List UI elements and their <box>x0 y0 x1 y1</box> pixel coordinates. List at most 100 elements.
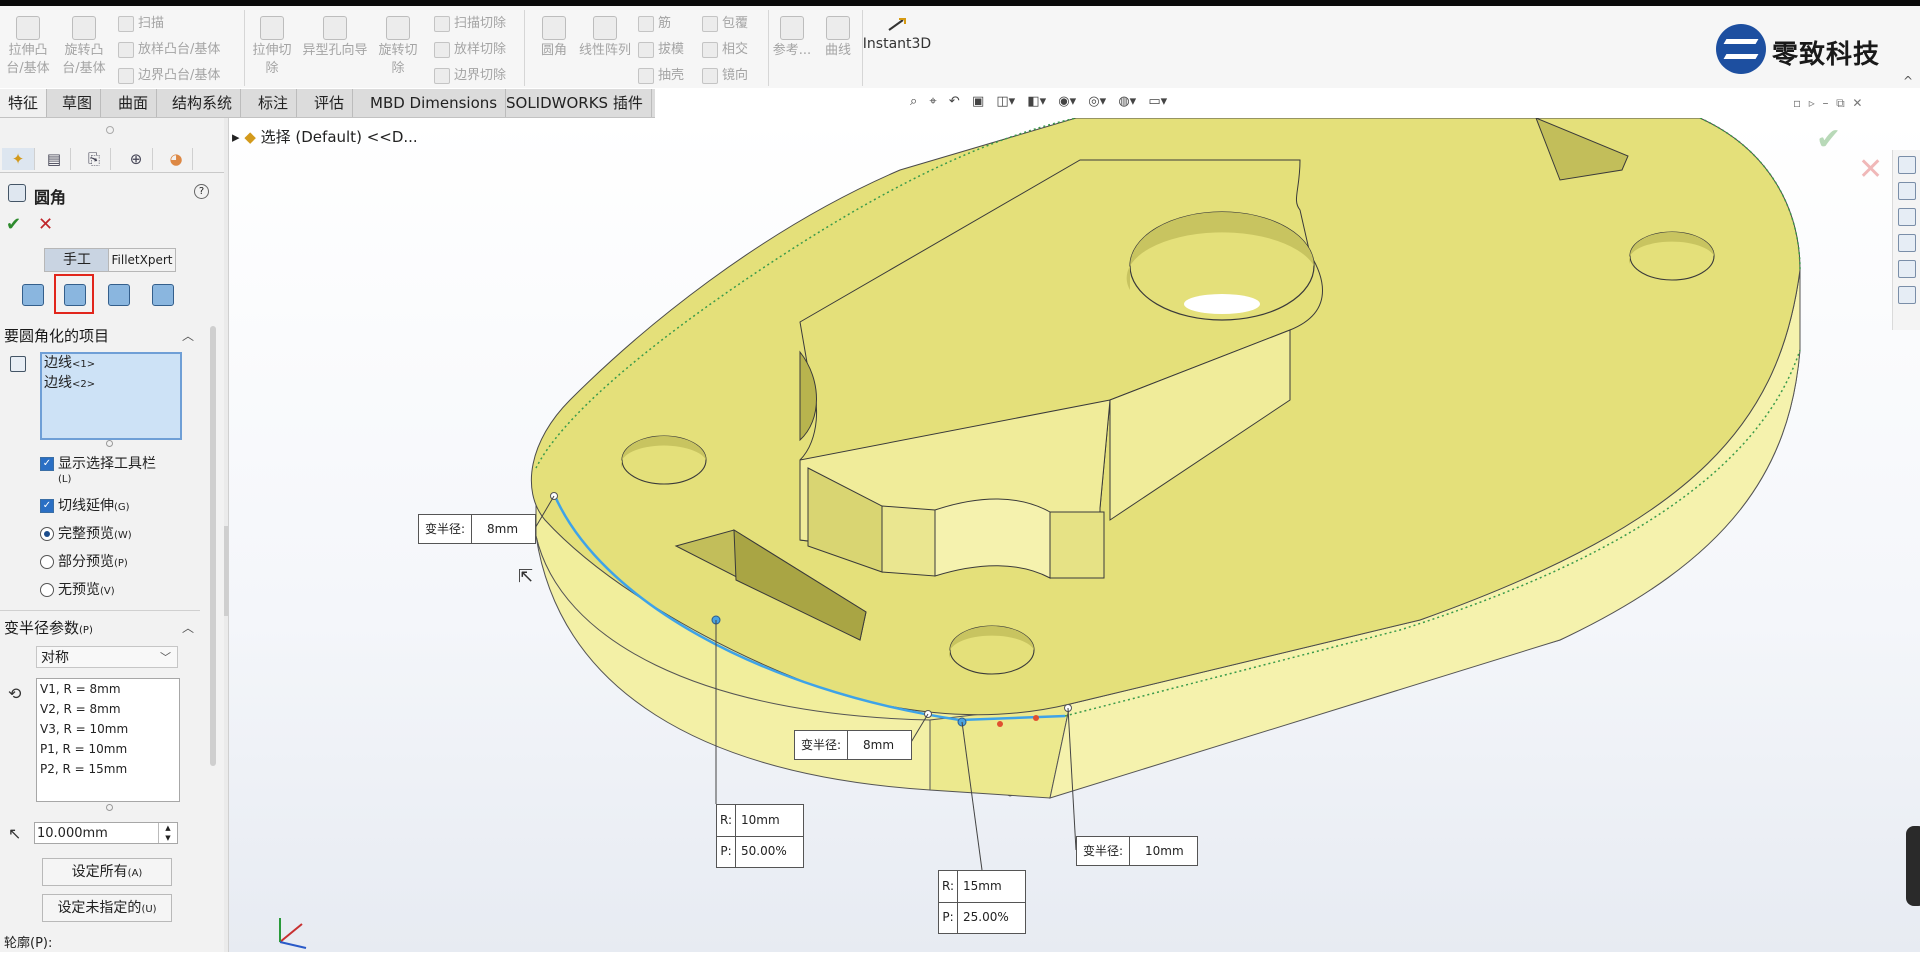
shell-button[interactable]: 抽壳 <box>638 64 684 88</box>
hide-show-icon[interactable]: ◉▾ <box>1058 94 1076 109</box>
close-window-icon[interactable]: ✕ <box>1852 96 1862 110</box>
maximize-icon[interactable]: ⧉ <box>1836 96 1845 110</box>
variable-radius-params-header[interactable]: 变半径参数(P) ︿ <box>0 616 200 640</box>
extrude-cut-button[interactable]: 拉伸切除 <box>248 14 296 78</box>
feature-tree-flyout[interactable]: ▸ ◆ 选择 (Default) <<D... <box>232 126 418 147</box>
collapse-chevron-icon[interactable]: ︿ <box>182 616 194 640</box>
resources-icon[interactable] <box>1898 182 1916 200</box>
collapse-ribbon-icon[interactable]: ^ <box>1903 74 1913 88</box>
splitter-handle[interactable] <box>224 526 228 616</box>
face-fillet-button[interactable] <box>100 276 136 312</box>
tile-icon[interactable]: ▹ <box>1809 96 1815 110</box>
help-icon[interactable]: ? <box>194 184 209 199</box>
ok-button[interactable]: ✔ <box>6 214 21 235</box>
list-item[interactable]: 边线<2> <box>42 374 180 394</box>
tab-mbd-dimensions[interactable]: MBD Dimensions <box>362 89 507 117</box>
spin-arrows-icon[interactable]: ▲ ▼ <box>158 823 177 843</box>
dimxpert-manager-tab-icon[interactable]: ⊕ <box>120 148 153 170</box>
variable-size-fillet-button[interactable] <box>54 274 94 314</box>
point-callout-p2[interactable]: R: 15mm P: 25.00% <box>938 870 1026 934</box>
set-unassigned-button[interactable]: 设定未指定的(U) <box>42 894 172 922</box>
items-to-fillet-header[interactable]: 要圆角化的项目 ︿ <box>0 324 200 348</box>
view-settings-icon[interactable]: ▭▾ <box>1148 94 1167 109</box>
view-orientation-icon[interactable]: ◫▾ <box>996 94 1015 109</box>
appearances-icon[interactable] <box>1898 260 1916 278</box>
revolve-boss-button[interactable]: 旋转凸台/基体 <box>60 14 108 78</box>
curves-button[interactable]: 曲线 <box>814 14 862 60</box>
vertex-radius-list[interactable]: V1, R = 8mm V2, R = 8mm V3, R = 10mm P1,… <box>36 678 180 802</box>
sweep-button[interactable]: 扫描 <box>118 12 164 36</box>
cancel-button[interactable]: ✕ <box>38 214 53 235</box>
property-manager-tab-icon[interactable]: ▤ <box>38 148 71 170</box>
tab-solidworks-addins[interactable]: SOLIDWORKS 插件 <box>498 89 652 117</box>
linear-pattern-button[interactable]: 线性阵列 <box>574 14 636 60</box>
wrap-button[interactable]: 包覆 <box>702 12 748 36</box>
manual-tab[interactable]: 手工 <box>44 248 110 272</box>
instant3d-button[interactable]: Instant3D <box>862 14 932 52</box>
filletxpert-tab[interactable]: FilletXpert <box>108 248 176 272</box>
appearance-icon[interactable]: ◎▾ <box>1088 94 1106 109</box>
edges-selection-list[interactable]: 边线<1> 边线<2> <box>40 352 182 440</box>
radius-input[interactable]: 10.000mm ▲ ▼ <box>34 822 178 844</box>
custom-properties-icon[interactable] <box>1898 286 1916 304</box>
rib-button[interactable]: 筋 <box>638 12 671 36</box>
symmetric-dropdown[interactable]: 对称 ﹀ <box>36 646 178 668</box>
display-style-icon[interactable]: ◧▾ <box>1027 94 1046 109</box>
view-palette-icon[interactable] <box>1898 234 1916 252</box>
restore-icon[interactable]: ▫ <box>1793 96 1801 110</box>
extrude-boss-button[interactable]: 拉伸凸台/基体 <box>4 14 52 78</box>
radius-callout-v3[interactable]: 变半径: 10mm <box>1076 836 1198 866</box>
feature-manager-tab-icon[interactable]: ✦ <box>2 148 35 170</box>
panel-grip-icon[interactable] <box>106 126 114 134</box>
list-item[interactable]: P2, R = 15mm <box>37 759 179 779</box>
file-explorer-icon[interactable] <box>1898 208 1916 226</box>
partial-preview-radio[interactable]: 部分预览(P) <box>40 552 128 572</box>
tab-features[interactable]: 特征 <box>0 89 48 117</box>
hole-wizard-button[interactable]: 异型孔向导 <box>302 14 368 60</box>
confirm-corner-icon[interactable]: ✔ <box>1816 122 1841 157</box>
no-preview-radio[interactable]: 无预览(V) <box>40 580 115 600</box>
previous-view-icon[interactable]: ↶ <box>949 94 960 109</box>
radius-callout-v1[interactable]: 变半径: 8mm <box>418 514 536 544</box>
configuration-manager-tab-icon[interactable]: ⎘ <box>78 148 111 170</box>
boundary-cut-button[interactable]: 边界切除 <box>434 64 506 88</box>
zoom-area-icon[interactable]: ⌖ <box>929 94 936 109</box>
panel-splitter[interactable] <box>224 118 229 952</box>
constant-size-fillet-button[interactable] <box>14 276 50 312</box>
resize-grip-icon[interactable] <box>106 804 113 811</box>
list-item[interactable]: 边线<1> <box>42 354 180 374</box>
side-scroll-handle[interactable] <box>1906 826 1920 906</box>
cancel-corner-icon[interactable]: ✕ <box>1858 152 1883 187</box>
tangent-propagation-checkbox[interactable]: ✓ 切线延伸(G) <box>40 496 130 516</box>
panel-scrollbar[interactable] <box>210 326 216 766</box>
reference-geometry-button[interactable]: 参考... <box>768 14 816 60</box>
full-round-fillet-button[interactable] <box>144 276 180 312</box>
collapse-chevron-icon[interactable]: ︿ <box>182 324 194 348</box>
home-icon[interactable] <box>1898 156 1916 174</box>
tab-dimensions[interactable]: 标注 <box>250 89 298 117</box>
sweep-cut-button[interactable]: 扫描切除 <box>434 12 506 36</box>
draft-button[interactable]: 拔模 <box>638 38 684 62</box>
fillet-button[interactable]: 圆角 <box>530 14 578 60</box>
tab-surfaces[interactable]: 曲面 <box>110 89 158 117</box>
section-view-icon[interactable]: ▣ <box>972 94 984 109</box>
resize-grip-icon[interactable] <box>106 440 113 447</box>
tab-evaluate[interactable]: 评估 <box>306 89 354 117</box>
list-item[interactable]: V3, R = 10mm <box>37 719 179 739</box>
loft-boss-button[interactable]: 放样凸台/基体 <box>118 38 220 62</box>
minimize-icon[interactable]: – <box>1822 96 1828 110</box>
list-item[interactable]: V1, R = 8mm <box>37 679 179 699</box>
intersect-button[interactable]: 相交 <box>702 38 748 62</box>
boundary-boss-button[interactable]: 边界凸台/基体 <box>118 64 220 88</box>
zoom-to-fit-icon[interactable]: ⌕ <box>910 94 917 109</box>
full-preview-radio[interactable]: 完整预览(W) <box>40 524 132 544</box>
loft-cut-button[interactable]: 放样切除 <box>434 38 506 62</box>
tab-structure-system[interactable]: 结构系统 <box>164 89 242 117</box>
set-all-button[interactable]: 设定所有(A) <box>42 858 172 886</box>
mirror-button[interactable]: 镜向 <box>702 64 748 88</box>
point-callout-p1[interactable]: R: 10mm P: 50.00% <box>716 804 804 868</box>
list-item[interactable]: P1, R = 10mm <box>37 739 179 759</box>
list-item[interactable]: V2, R = 8mm <box>37 699 179 719</box>
revolve-cut-button[interactable]: 旋转切除 <box>374 14 422 78</box>
tab-sketch[interactable]: 草图 <box>54 89 102 117</box>
